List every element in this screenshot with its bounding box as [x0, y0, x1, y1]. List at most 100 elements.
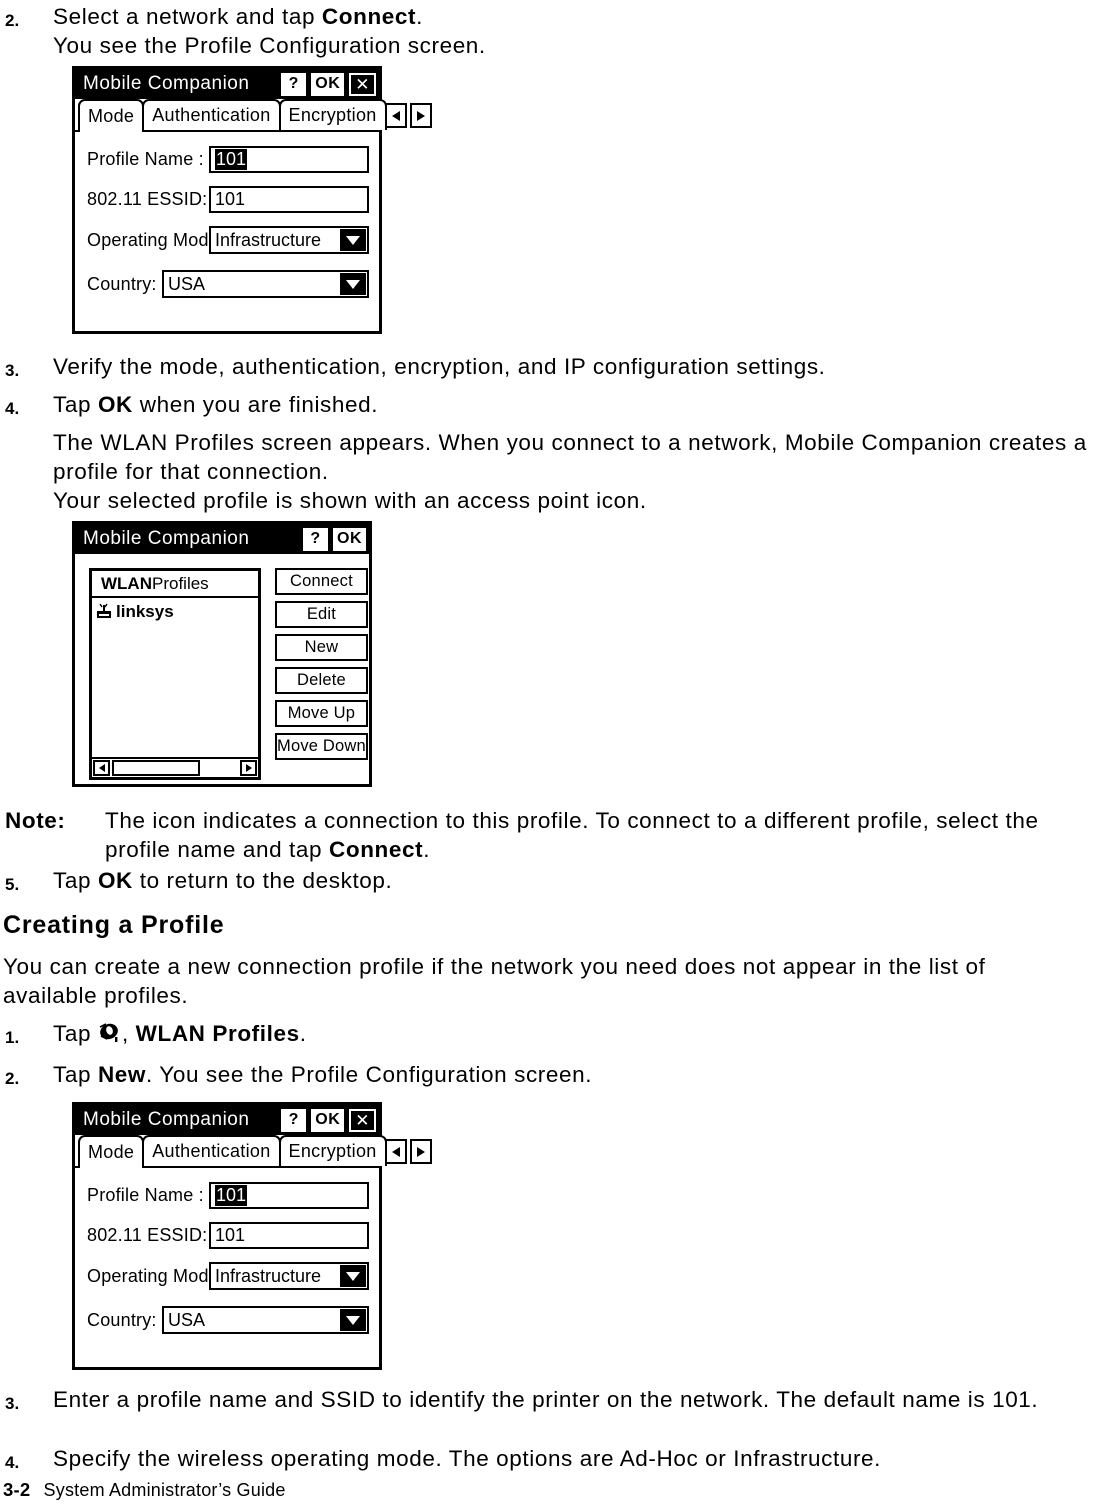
profile-name-input[interactable]: 101 [209, 1182, 369, 1209]
ok-button[interactable]: OK [311, 1108, 345, 1132]
operating-mode-select[interactable]: Infrastructure [209, 226, 369, 254]
profile-configuration-dialog-1[interactable]: Mobile Companion ? OK ✕ Mode Authenticat… [72, 66, 432, 334]
connect-button[interactable]: Connect [275, 568, 368, 595]
step-number: 3. [5, 1394, 20, 1413]
step-2-line1-post: . [416, 4, 423, 29]
page-footer: 3-2 System Administrator’s Guide [3, 1479, 286, 1501]
essid-input[interactable]: 101 [209, 186, 369, 213]
step-2-connect-bold: Connect [321, 4, 417, 29]
ok-button[interactable]: OK [333, 527, 366, 551]
chevron-down-icon[interactable] [340, 1265, 366, 1287]
country-row: Country: USA [87, 270, 369, 298]
creating-step-1-pre: Tap [53, 1021, 98, 1046]
tab-strip: Mode Authentication Encryption [75, 99, 432, 132]
wlan-profiles-list[interactable]: WLAN Profiles linksys [89, 568, 261, 780]
wlan-button-column: Connect Edit New Delete Move Up Move Dow… [275, 568, 368, 780]
essid-label: 802.11 ESSID: [87, 1225, 208, 1245]
country-select[interactable]: USA [162, 270, 369, 298]
creating-step-2: 2. Tap New. You see the Profile Configur… [5, 1060, 1065, 1093]
tab-mode[interactable]: Mode [78, 1135, 145, 1168]
operating-mode-select[interactable]: Infrastructure [209, 1262, 369, 1290]
dialog-body: WLAN Profiles linksys Connect Edit New D… [75, 554, 369, 792]
creating-step-1-bold: WLAN Profiles [135, 1021, 300, 1046]
scrollbar-track[interactable] [202, 760, 240, 776]
step-4-ok-bold: OK [97, 392, 133, 417]
note-label: Note: [5, 808, 66, 833]
operating-mode-value: Infrastructure [215, 229, 322, 250]
country-row: Country: USA [87, 1306, 369, 1334]
step-2-line1-pre: Select a network and tap [53, 4, 322, 29]
step-number: 3. [5, 361, 20, 380]
dialog-title: Mobile Companion [83, 1109, 250, 1130]
profile-name-label: Profile Name : [87, 149, 204, 169]
chevron-down-icon[interactable] [340, 1309, 366, 1331]
operating-mode-label: Operating Mode: [87, 229, 225, 250]
tab-scroll-arrows [384, 103, 432, 130]
delete-button[interactable]: Delete [275, 667, 368, 694]
tab-strip: Mode Authentication Encryption [75, 1135, 432, 1168]
creating-step-1-post: . [299, 1021, 307, 1046]
step-4-post: when you are finished. [132, 392, 379, 417]
profile-configuration-dialog-2[interactable]: Mobile Companion ? OK ✕ Mode Authenticat… [72, 1102, 432, 1370]
profile-name-value: 101 [215, 149, 248, 170]
horizontal-scrollbar[interactable] [92, 757, 258, 777]
help-button[interactable]: ? [281, 72, 307, 96]
close-icon[interactable]: ✕ [349, 72, 376, 96]
wlan-profiles-dialog[interactable]: Mobile Companion ? OK WLAN Profiles link… [72, 521, 372, 787]
tab-mode-label: Mode [88, 1142, 135, 1162]
tab-authentication-label: Authentication [152, 1141, 271, 1161]
operating-mode-row: Operating Mode: Infrastructure [87, 1262, 369, 1290]
tab-encryption[interactable]: Encryption [278, 1135, 387, 1166]
step-5-pre: Tap [53, 868, 98, 893]
list-item-label: linksys [116, 602, 174, 621]
ok-button[interactable]: OK [311, 72, 345, 96]
step-2-line2: You see the Profile Configuration screen… [53, 33, 486, 58]
chevron-down-icon[interactable] [340, 273, 366, 295]
step-text: Select a network and tap Connect. You se… [53, 2, 1065, 60]
scroll-left-icon[interactable] [93, 760, 110, 776]
page-section-heading: Creating a Profile [3, 911, 225, 939]
note-connect-bold: Connect [329, 837, 424, 862]
right-arrow-icon[interactable] [409, 103, 432, 128]
move-down-button[interactable]: Move Down [275, 733, 368, 760]
dialog-body: Profile Name : 101 802.11 ESSID: 101 Ope… [75, 132, 379, 308]
profile-name-input[interactable]: 101 [209, 146, 369, 173]
new-button[interactable]: New [275, 634, 368, 661]
creating-step-2-text: Tap New. You see the Profile Configurati… [53, 1060, 1065, 1089]
creating-step-3-text: Enter a profile name and SSID to identif… [53, 1387, 1039, 1412]
step-5-text: Tap OK to return to the desktop. [53, 866, 1065, 895]
close-icon[interactable]: ✕ [349, 1108, 376, 1132]
tab-mode[interactable]: Mode [78, 99, 145, 132]
step-number: 1. [5, 1028, 20, 1047]
country-value: USA [168, 1309, 206, 1330]
essid-input[interactable]: 101 [209, 1222, 369, 1249]
step-4-pre: Tap [53, 392, 98, 417]
scrollbar-thumb[interactable] [112, 760, 200, 776]
help-button[interactable]: ? [303, 527, 328, 551]
step-3-text: Verify the mode, authentication, encrypt… [53, 354, 826, 379]
step-5-ok-bold: OK [97, 868, 133, 893]
scroll-right-icon[interactable] [240, 760, 257, 776]
step-number: 5. [5, 875, 20, 894]
operating-mode-value: Infrastructure [215, 1265, 322, 1286]
left-arrow-icon[interactable] [384, 103, 407, 128]
creating-step-4-text: Specify the wireless operating mode. The… [53, 1446, 882, 1471]
document-page: 2. Select a network and tap Connect. You… [0, 0, 1095, 1507]
list-header: WLAN Profiles [92, 571, 258, 598]
operating-mode-label: Operating Mode: [87, 1265, 225, 1286]
tab-encryption[interactable]: Encryption [278, 99, 387, 130]
access-point-icon [94, 603, 114, 621]
chevron-down-icon[interactable] [340, 229, 366, 251]
edit-button[interactable]: Edit [275, 601, 368, 628]
list-item[interactable]: linksys [94, 601, 258, 623]
right-arrow-icon[interactable] [409, 1139, 432, 1164]
note-post: . [423, 837, 431, 862]
step-4-paragraph-1: The WLAN Profiles screen appears. When y… [53, 430, 1087, 484]
tab-authentication[interactable]: Authentication [142, 99, 281, 130]
left-arrow-icon[interactable] [384, 1139, 407, 1164]
creating-step-2-post: . You see the Profile Configuration scre… [146, 1062, 593, 1087]
help-button[interactable]: ? [281, 1108, 307, 1132]
tab-authentication[interactable]: Authentication [142, 1135, 281, 1166]
move-up-button[interactable]: Move Up [275, 700, 368, 727]
country-select[interactable]: USA [162, 1306, 369, 1334]
